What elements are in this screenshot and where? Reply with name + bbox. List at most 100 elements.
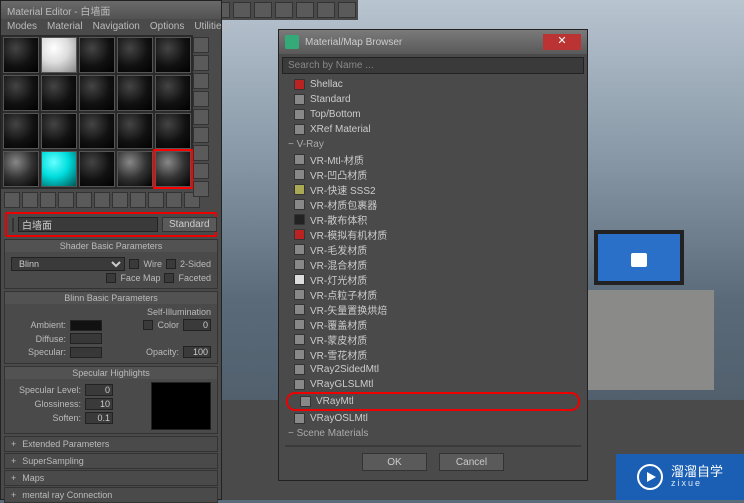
shader-dropdown[interactable]: Blinn — [11, 257, 125, 271]
sample-slot[interactable] — [3, 113, 39, 149]
sample-slot[interactable] — [79, 113, 115, 149]
material-name-input[interactable] — [18, 217, 158, 232]
monitor — [594, 230, 684, 285]
speclevel-label: Specular Level: — [11, 385, 81, 395]
material-editor-window: Material Editor - 白墙面 Modes Material Nav… — [0, 0, 222, 500]
browser-buttons: OK Cancel — [279, 447, 587, 477]
menu-options[interactable]: Options — [150, 21, 184, 33]
select-by-mat-icon[interactable] — [193, 163, 209, 179]
close-button[interactable]: ✕ — [543, 34, 581, 50]
sample-slot[interactable] — [117, 151, 153, 187]
backlight-icon[interactable] — [193, 55, 209, 71]
menu-material[interactable]: Material — [47, 21, 83, 33]
tool-btn[interactable] — [233, 2, 251, 18]
ambient-swatch[interactable] — [70, 320, 102, 331]
video-check-icon[interactable] — [193, 109, 209, 125]
tool-btn[interactable] — [338, 2, 356, 18]
color-checkbox[interactable] — [143, 320, 153, 330]
menu-modes[interactable]: Modes — [7, 21, 37, 33]
sample-type-icon[interactable] — [193, 37, 209, 53]
rollout-header[interactable]: Blinn Basic Parameters — [5, 292, 217, 304]
rollout-extended[interactable]: Extended Parameters — [4, 436, 218, 452]
put-to-lib-icon[interactable] — [112, 192, 128, 208]
faceted-checkbox[interactable] — [164, 273, 174, 283]
reset-icon[interactable] — [58, 192, 74, 208]
sample-slot[interactable] — [3, 37, 39, 73]
background-icon[interactable] — [193, 73, 209, 89]
material-id-icon[interactable] — [193, 181, 209, 197]
list-item: VR-Mtl-材质 — [282, 152, 584, 167]
show-map-icon[interactable] — [130, 192, 146, 208]
rollout-header[interactable]: Specular Highlights — [5, 367, 217, 379]
get-material-icon[interactable] — [4, 192, 20, 208]
browser-title: Material/Map Browser — [305, 37, 402, 48]
ok-button[interactable]: OK — [362, 453, 427, 471]
browser-titlebar[interactable]: Material/Map Browser ✕ — [279, 30, 587, 54]
menu-navigation[interactable]: Navigation — [93, 21, 140, 33]
tool-btn[interactable] — [275, 2, 293, 18]
sample-slot[interactable] — [117, 37, 153, 73]
mat-icon — [294, 364, 305, 375]
search-input[interactable]: Search by Name ... — [282, 57, 584, 74]
watermark: 溜溜自学 zixue — [616, 454, 744, 500]
menu-utilities[interactable]: Utilities — [194, 21, 226, 33]
twosided-checkbox[interactable] — [166, 259, 176, 269]
pick-icon[interactable] — [12, 218, 14, 232]
watermark-sub: zixue — [671, 479, 723, 489]
wire-checkbox[interactable] — [129, 259, 139, 269]
sample-slot[interactable] — [41, 75, 77, 111]
sample-slots — [1, 35, 193, 189]
sample-slot[interactable] — [79, 151, 115, 187]
show-end-icon[interactable] — [148, 192, 164, 208]
material-list[interactable]: Shellac Standard Top/Bottom XRef Materia… — [282, 77, 584, 447]
sample-slot[interactable] — [117, 75, 153, 111]
assign-icon[interactable] — [40, 192, 56, 208]
rollout-mentalray[interactable]: mental ray Connection — [4, 487, 218, 503]
mat-icon — [294, 109, 305, 120]
gloss-spinner[interactable]: 10 — [85, 398, 113, 410]
rollout-header[interactable]: Shader Basic Parameters — [5, 240, 217, 252]
go-parent-icon[interactable] — [166, 192, 182, 208]
facemap-checkbox[interactable] — [106, 273, 116, 283]
specular-swatch[interactable] — [70, 347, 102, 358]
tool-btn[interactable] — [254, 2, 272, 18]
material-type-button[interactable]: Standard — [162, 217, 217, 232]
sample-slot[interactable] — [79, 75, 115, 111]
make-copy-icon[interactable] — [76, 192, 92, 208]
soften-spinner[interactable]: 0.1 — [85, 412, 113, 424]
window-title[interactable]: Material Editor - 白墙面 — [1, 1, 221, 19]
sample-slot-active[interactable] — [155, 151, 191, 187]
sample-slot[interactable] — [79, 37, 115, 73]
selfillum-label: Self-Illumination — [11, 307, 211, 317]
list-item: VRay2SidedMtl — [282, 362, 584, 377]
sample-slot[interactable] — [41, 113, 77, 149]
preview-icon[interactable] — [193, 127, 209, 143]
list-item: VR-矢量置换烘焙 — [282, 302, 584, 317]
list-item: XRef Material — [282, 122, 584, 137]
group-vray[interactable]: V-Ray — [282, 137, 584, 152]
list-item: VR-散布体积 — [282, 212, 584, 227]
sample-slot[interactable] — [3, 75, 39, 111]
sample-slot[interactable] — [41, 37, 77, 73]
sample-slot[interactable] — [155, 113, 191, 149]
options-icon[interactable] — [193, 145, 209, 161]
rollout-maps[interactable]: Maps — [4, 470, 218, 486]
cancel-button[interactable]: Cancel — [439, 453, 504, 471]
sample-slot[interactable] — [117, 113, 153, 149]
diffuse-swatch[interactable] — [70, 333, 102, 344]
tool-btn[interactable] — [296, 2, 314, 18]
color-spinner[interactable]: 0 — [183, 319, 211, 331]
uv-tile-icon[interactable] — [193, 91, 209, 107]
app-icon — [285, 35, 299, 49]
group-scene[interactable]: Scene Materials — [282, 426, 584, 441]
opacity-spinner[interactable]: 100 — [183, 346, 211, 358]
sample-slot[interactable] — [155, 37, 191, 73]
sample-slot[interactable] — [41, 151, 77, 187]
sample-slot[interactable] — [155, 75, 191, 111]
speclevel-spinner[interactable]: 0 — [85, 384, 113, 396]
tool-btn[interactable] — [317, 2, 335, 18]
put-to-scene-icon[interactable] — [22, 192, 38, 208]
sample-slot[interactable] — [3, 151, 39, 187]
make-unique-icon[interactable] — [94, 192, 110, 208]
rollout-supersampling[interactable]: SuperSampling — [4, 453, 218, 469]
